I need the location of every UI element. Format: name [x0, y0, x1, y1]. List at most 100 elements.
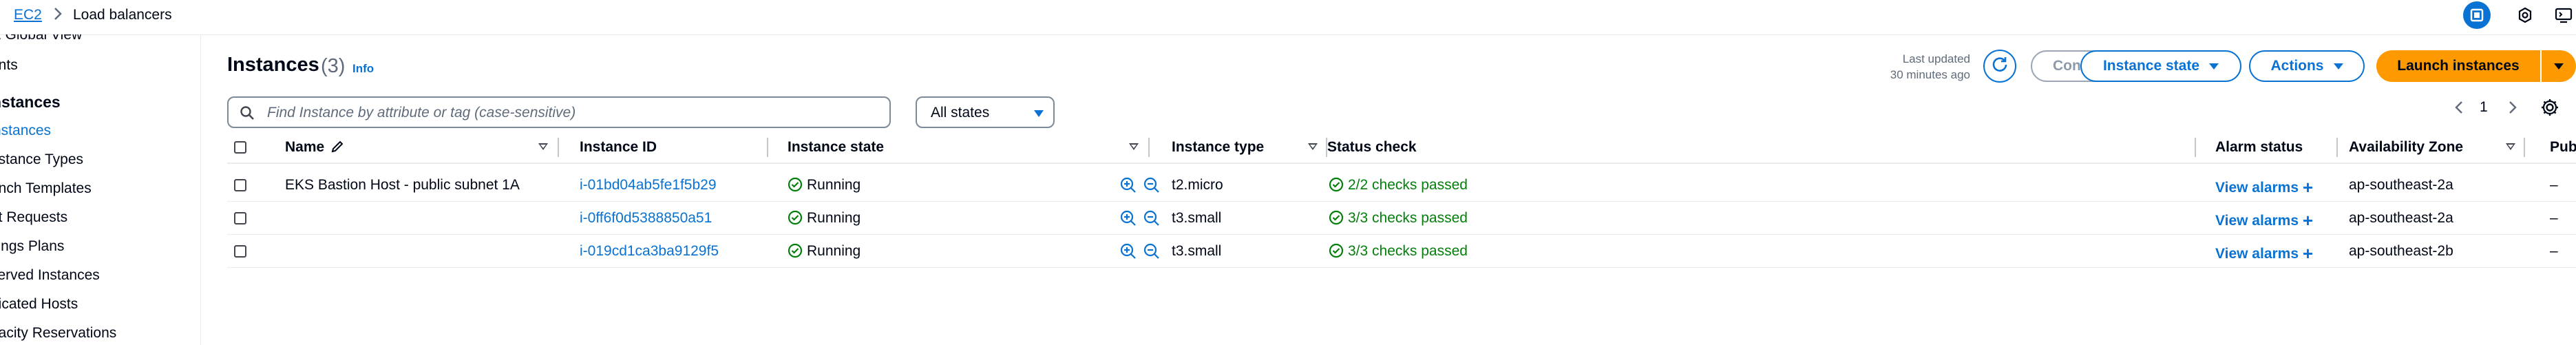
next-page-icon[interactable] — [2507, 99, 2518, 120]
top-bar: ) EC2 Load balancers — [0, 0, 2576, 35]
view-alarms-label: View alarms — [2215, 246, 2299, 262]
sort-icon[interactable] — [2506, 143, 2515, 150]
states-filter-select[interactable]: All states — [916, 96, 1055, 128]
col-header-alarm-status[interactable]: Alarm status — [2215, 139, 2303, 156]
zoom-in-icon[interactable] — [1119, 242, 1137, 264]
sidebar-item-launch-templates[interactable]: unch Templates — [0, 180, 92, 197]
chevron-right-icon — [52, 6, 63, 25]
sort-icon[interactable] — [1129, 143, 1139, 150]
table-row[interactable]: i-019cd1ca3ba9129f5 Running t3.small 3/3… — [227, 235, 2576, 268]
instance-state: Running — [788, 243, 861, 262]
info-link[interactable]: Info — [352, 62, 374, 76]
page-title: Instances — [227, 54, 319, 76]
zoom-out-icon[interactable] — [1143, 209, 1161, 231]
check-circle-icon — [1329, 177, 1344, 196]
instance-type: t3.small — [1172, 243, 1222, 259]
instance-type: t3.small — [1172, 210, 1222, 226]
instance-id-link[interactable]: i-0ff6f0d5388850a51 — [580, 210, 712, 227]
select-all-checkbox[interactable] — [234, 141, 246, 154]
instance-count: (3) — [321, 55, 346, 77]
sidebar-item-reserved-instances[interactable]: served Instances — [0, 267, 100, 284]
sidebar-item-spot-requests[interactable]: ot Requests — [0, 209, 67, 226]
col-header-name[interactable]: Name — [285, 139, 324, 156]
row-checkbox[interactable] — [234, 212, 246, 224]
column-divider[interactable] — [558, 138, 559, 157]
sidebar-item-instances[interactable]: nstances — [0, 123, 51, 139]
sidebar-item-instance-types[interactable]: nstance Types — [0, 151, 83, 168]
col-header-instance-id[interactable]: Instance ID — [580, 139, 657, 156]
view-alarms-link[interactable]: View alarms + — [2215, 210, 2313, 231]
sort-icon[interactable] — [538, 143, 548, 150]
settings-icon[interactable] — [2511, 1, 2539, 29]
col-header-public-ip[interactable]: Public I — [2550, 139, 2576, 156]
sidebar-section-instances[interactable]: nstances — [0, 93, 61, 112]
availability-zone: ap-southeast-2b — [2349, 243, 2453, 259]
actions-label: Actions — [2270, 58, 2324, 74]
col-header-status-check[interactable]: Status check — [1327, 139, 1417, 156]
instance-id-link[interactable]: i-019cd1ca3ba9129f5 — [580, 243, 719, 260]
instance-state: Running — [788, 210, 861, 229]
column-divider[interactable] — [2524, 138, 2525, 157]
main-content: Instances (3) Info Last updated 30 minut… — [201, 34, 2576, 345]
preferences-gear-icon[interactable] — [2540, 98, 2559, 121]
sort-icon[interactable] — [1308, 143, 1318, 150]
page-number[interactable]: 1 — [2480, 99, 2488, 116]
sidebar-item-dedicated-hosts[interactable]: dicated Hosts — [0, 296, 78, 313]
plus-icon: + — [2302, 210, 2314, 231]
instance-state-label: Running — [807, 210, 861, 226]
sidebar-nav: 2 Global View ents nstances nstances nst… — [0, 34, 201, 345]
search-icon — [240, 105, 255, 125]
instance-id-link[interactable]: i-01bd04ab5fe1f5b29 — [580, 177, 717, 194]
last-updated-time: 30 minutes ago — [1890, 68, 1970, 81]
table-row[interactable]: i-0ff6f0d5388850a51 Running t3.small 3/3… — [227, 202, 2576, 235]
zoom-out-icon[interactable] — [1143, 242, 1161, 264]
col-header-instance-state[interactable]: Instance state — [788, 139, 884, 156]
sidebar-item-global-view[interactable]: 2 Global View — [0, 34, 82, 43]
sidebar-item-capacity-reservations[interactable]: pacity Reservations — [0, 325, 116, 342]
actions-button[interactable]: Actions — [2249, 50, 2365, 82]
column-divider[interactable] — [1148, 138, 1150, 157]
check-circle-icon — [788, 243, 803, 262]
notifications-icon[interactable] — [2463, 1, 2491, 29]
col-header-availability-zone[interactable]: Availability Zone — [2349, 139, 2463, 156]
check-circle-icon — [788, 177, 803, 196]
view-alarms-label: View alarms — [2215, 213, 2299, 229]
breadcrumb-ec2[interactable]: EC2 — [14, 7, 42, 23]
status-check-label: 2/2 checks passed — [1348, 177, 1468, 193]
check-circle-icon — [1329, 243, 1344, 262]
zoom-out-icon[interactable] — [1143, 176, 1161, 198]
column-divider[interactable] — [2336, 138, 2338, 157]
availability-zone: ap-southeast-2a — [2349, 177, 2453, 193]
instance-state-button[interactable]: Instance state — [2080, 50, 2241, 82]
launch-instances-label: Launch instances — [2397, 58, 2520, 74]
console-icon[interactable] — [2550, 1, 2576, 29]
plus-icon: + — [2302, 243, 2314, 264]
col-header-instance-type[interactable]: Instance type — [1172, 139, 1264, 156]
zoom-in-icon[interactable] — [1119, 209, 1137, 231]
view-alarms-link[interactable]: View alarms + — [2215, 243, 2313, 264]
previous-page-icon[interactable] — [2453, 99, 2464, 120]
table-row[interactable]: EKS Bastion Host - public subnet 1A i-01… — [227, 169, 2576, 202]
row-checkbox[interactable] — [234, 179, 246, 191]
refresh-button[interactable] — [1983, 50, 2016, 83]
public-ip: – — [2550, 243, 2558, 259]
table-header: Name Instance ID Instance state Instance… — [227, 134, 2576, 164]
instance-state-label: Running — [807, 243, 861, 259]
sidebar-item-savings-plans[interactable]: vings Plans — [0, 238, 64, 255]
chevron-down-icon — [2209, 63, 2219, 70]
sidebar-item-events[interactable]: ents — [0, 57, 18, 74]
breadcrumb-current: Load balancers — [73, 7, 172, 23]
search-input[interactable]: Find Instance by attribute or tag (case-… — [227, 96, 891, 128]
column-divider[interactable] — [767, 138, 768, 157]
instance-state: Running — [788, 177, 861, 196]
instance-state-label: Instance state — [2102, 58, 2200, 74]
status-check: 3/3 checks passed — [1329, 210, 1468, 229]
launch-options-button[interactable] — [2542, 50, 2576, 82]
view-alarms-link[interactable]: View alarms + — [2215, 177, 2313, 198]
row-checkbox[interactable] — [234, 245, 246, 258]
states-filter-value: All states — [931, 105, 990, 121]
column-divider[interactable] — [2195, 138, 2196, 157]
launch-instances-button[interactable]: Launch instances — [2376, 50, 2540, 82]
status-check-label: 3/3 checks passed — [1348, 243, 1468, 259]
zoom-in-icon[interactable] — [1119, 176, 1137, 198]
